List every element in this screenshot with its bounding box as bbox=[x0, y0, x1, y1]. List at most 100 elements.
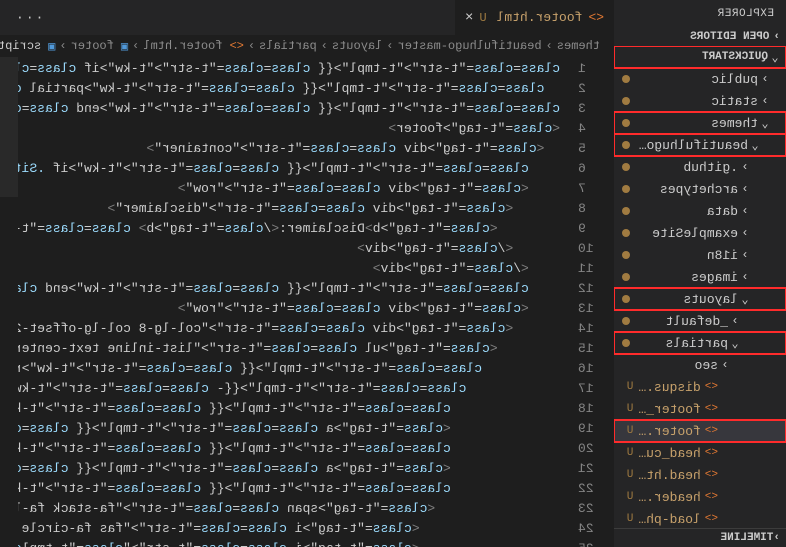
folder-item[interactable]: ›_default bbox=[614, 310, 786, 332]
breadcrumb-segment[interactable]: beautifulhugo-master bbox=[398, 39, 542, 53]
chevron-right-icon: › bbox=[738, 204, 752, 218]
folder-item[interactable]: ›exampleSite bbox=[614, 222, 786, 244]
git-status-badge: U bbox=[622, 381, 638, 393]
folder-item[interactable]: ›archetypes bbox=[614, 178, 786, 200]
breadcrumb-segment[interactable]: footer.html bbox=[143, 39, 222, 53]
code-line[interactable]: class=class="t-str">"t-tmpl">{{ class=cl… bbox=[0, 479, 560, 499]
code-line[interactable]: <class="t-tag">div class=class="t-str">"… bbox=[0, 299, 560, 319]
code-line[interactable]: <class="t-tag">i class=class="t-str">"cl… bbox=[0, 539, 560, 547]
line-number: 23 bbox=[560, 499, 614, 519]
folder-item[interactable]: ›seo bbox=[614, 354, 786, 376]
folder-item[interactable]: ›data bbox=[614, 200, 786, 222]
code-line[interactable]: class=class="t-str">"t-tmpl">{{ class=cl… bbox=[0, 79, 560, 99]
code-line[interactable]: <class="t-tag">div class=class="t-str">"… bbox=[0, 139, 560, 159]
chevron-right-icon: › bbox=[758, 72, 772, 86]
open-editors-section[interactable]: › OPEN EDITORS bbox=[614, 28, 786, 46]
code-editor[interactable]: 1234567891011121314151617181920212223242… bbox=[0, 57, 614, 547]
folder-item[interactable]: ›public bbox=[614, 68, 786, 90]
code-line[interactable]: <class="t-tag">a class=class="t-str">"t-… bbox=[0, 419, 560, 439]
chevron-right-icon: › bbox=[738, 160, 752, 174]
code-line[interactable]: class=class="t-str">"t-tmpl">{{ class=cl… bbox=[0, 159, 560, 179]
chevron-right-icon: › bbox=[321, 39, 328, 53]
folder-item[interactable]: ›.github bbox=[614, 156, 786, 178]
breadcrumb-segment[interactable]: footer bbox=[71, 39, 114, 53]
code-line[interactable]: <class="t-tag">b>Disclaimer:</class="t-t… bbox=[0, 219, 560, 239]
chevron-right-icon: › bbox=[773, 532, 780, 544]
code-line[interactable]: <class="t-tag">a class=class="t-str">"t-… bbox=[0, 459, 560, 479]
git-status-badge: U bbox=[622, 491, 638, 503]
code-line[interactable]: class=class="t-str">"t-tmpl">{{- class=c… bbox=[0, 379, 560, 399]
breadcrumb-segment[interactable]: partials bbox=[259, 39, 317, 53]
file-item[interactable]: ›<>load-photo…U bbox=[614, 508, 786, 528]
html-file-icon: <> bbox=[588, 10, 604, 25]
tree-item-label: header.html bbox=[638, 490, 701, 505]
minimap-viewport[interactable] bbox=[0, 57, 18, 197]
file-item[interactable]: ›<>disqus.htmlU bbox=[614, 376, 786, 398]
tab-footer-html[interactable]: <> footer.html U × bbox=[454, 0, 614, 35]
code-line[interactable]: <class="t-tag">div class=class="t-str">"… bbox=[0, 319, 560, 339]
code-line[interactable]: class=class="t-str">"t-tmpl">{{ class=cl… bbox=[0, 279, 560, 299]
code-line[interactable]: class=class="t-str">"t-tmpl">{{ class=cl… bbox=[0, 99, 560, 119]
chevron-right-icon: › bbox=[728, 314, 742, 328]
code-line[interactable]: class=class="t-str">"t-tmpl">{{ class=cl… bbox=[0, 359, 560, 379]
code-line[interactable]: <class="t-tag">footer> bbox=[0, 119, 560, 139]
line-number: 11 bbox=[560, 259, 614, 279]
html-file-icon: <> bbox=[705, 403, 718, 415]
minimap[interactable] bbox=[0, 57, 18, 547]
code-line[interactable]: <class="t-tag">i class=class="t-str">"fa… bbox=[0, 519, 560, 539]
chevron-down-icon: ⌄ bbox=[748, 138, 762, 153]
line-number: 12 bbox=[560, 279, 614, 299]
folder-item[interactable]: ⌄themes bbox=[614, 112, 786, 134]
breadcrumb-segment[interactable]: themes bbox=[557, 39, 600, 53]
close-icon[interactable]: × bbox=[465, 10, 473, 26]
folder-item[interactable]: ⌄beautifulhugo… bbox=[614, 134, 786, 156]
project-root[interactable]: ⌄QUICKSTART bbox=[614, 46, 786, 68]
code-line[interactable]: <class="t-tag">ul class=class="t-str">"l… bbox=[0, 339, 560, 359]
file-item[interactable]: ›<>footer.htmlU bbox=[614, 420, 786, 442]
breadcrumb-segment[interactable]: layouts bbox=[332, 39, 382, 53]
code-content[interactable]: class=class="t-str">"t-tmpl">{{ class=cl… bbox=[0, 57, 560, 547]
chevron-right-icon: › bbox=[132, 39, 139, 53]
html-file-icon: <> bbox=[705, 425, 718, 437]
breadcrumb-segment[interactable]: script#aioa-ad bbox=[0, 39, 41, 53]
code-line[interactable]: <class="t-tag">div class=class="t-str">"… bbox=[0, 179, 560, 199]
chevron-right-icon: › bbox=[738, 270, 752, 284]
modified-dot-icon bbox=[622, 207, 630, 215]
timeline-section[interactable]: › TIMELINE bbox=[614, 528, 786, 547]
line-number: 25 bbox=[560, 539, 614, 547]
code-line[interactable]: class=class="t-str">"t-tmpl">{{ class=cl… bbox=[0, 439, 560, 459]
git-status-badge: U bbox=[622, 469, 638, 481]
line-number: 18 bbox=[560, 399, 614, 419]
file-item[interactable]: ›<>header.htmlU bbox=[614, 486, 786, 508]
folder-item[interactable]: ⌄partials bbox=[614, 332, 786, 354]
code-line[interactable]: <class="t-tag">div class=class="t-str">"… bbox=[0, 199, 560, 219]
code-line[interactable]: class=class="t-str">"t-tmpl">{{ class=cl… bbox=[0, 399, 560, 419]
file-item[interactable]: ›<>head.htmlU bbox=[614, 464, 786, 486]
folder-item[interactable]: ›i18n bbox=[614, 244, 786, 266]
code-line[interactable]: class=class="t-str">"t-tmpl">{{ class=cl… bbox=[0, 59, 560, 79]
modified-dot-icon bbox=[622, 75, 630, 83]
tab-overflow-button[interactable]: ··· bbox=[0, 10, 57, 25]
chevron-right-icon: › bbox=[738, 226, 752, 240]
line-number: 4 bbox=[560, 119, 614, 139]
folder-item[interactable]: ›images bbox=[614, 266, 786, 288]
chevron-down-icon: ⌄ bbox=[728, 336, 742, 351]
chevron-right-icon: › bbox=[758, 94, 772, 108]
code-line[interactable]: </class="t-tag">div> bbox=[0, 239, 560, 259]
tree-item-label: disqus.html bbox=[638, 380, 701, 395]
tree-item-label: public bbox=[634, 72, 758, 87]
folder-item[interactable]: ⌄layouts bbox=[614, 288, 786, 310]
code-line[interactable]: <class="t-tag">span class=class="t-str">… bbox=[0, 499, 560, 519]
file-item[interactable]: ›<>footer_cust…U bbox=[614, 398, 786, 420]
line-number: 16 bbox=[560, 359, 614, 379]
modified-dot-icon bbox=[622, 295, 630, 303]
chevron-right-icon: › bbox=[738, 182, 752, 196]
tree-item-label: .github bbox=[634, 160, 738, 175]
code-line[interactable]: </class="t-tag">div> bbox=[0, 259, 560, 279]
breadcrumb[interactable]: themes›beautifulhugo-master›layouts›part… bbox=[0, 35, 614, 57]
modified-dot-icon bbox=[622, 97, 630, 105]
git-status-badge: U bbox=[622, 447, 638, 459]
file-item[interactable]: ›<>head_custo…U bbox=[614, 442, 786, 464]
folder-item[interactable]: ›static bbox=[614, 90, 786, 112]
tree-item-label: head.html bbox=[638, 468, 701, 483]
